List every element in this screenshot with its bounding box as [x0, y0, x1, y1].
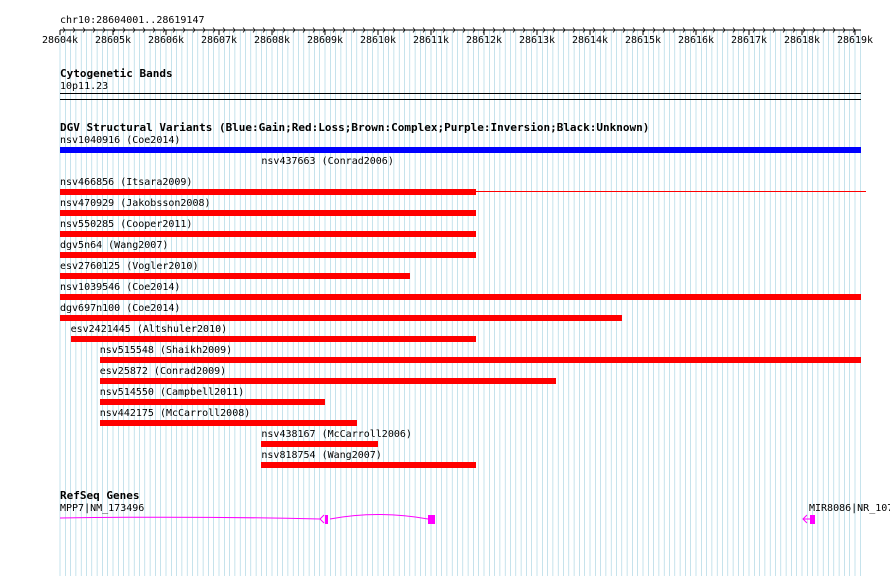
- refseq-gene-models: [59, 514, 815, 524]
- intron-line[interactable]: [59, 516, 321, 520]
- strand-arrow-icon[interactable]: [319, 514, 325, 524]
- exon[interactable]: [325, 515, 328, 524]
- exon[interactable]: [810, 515, 815, 524]
- exon[interactable]: [428, 515, 435, 524]
- intron-line[interactable]: [329, 514, 429, 520]
